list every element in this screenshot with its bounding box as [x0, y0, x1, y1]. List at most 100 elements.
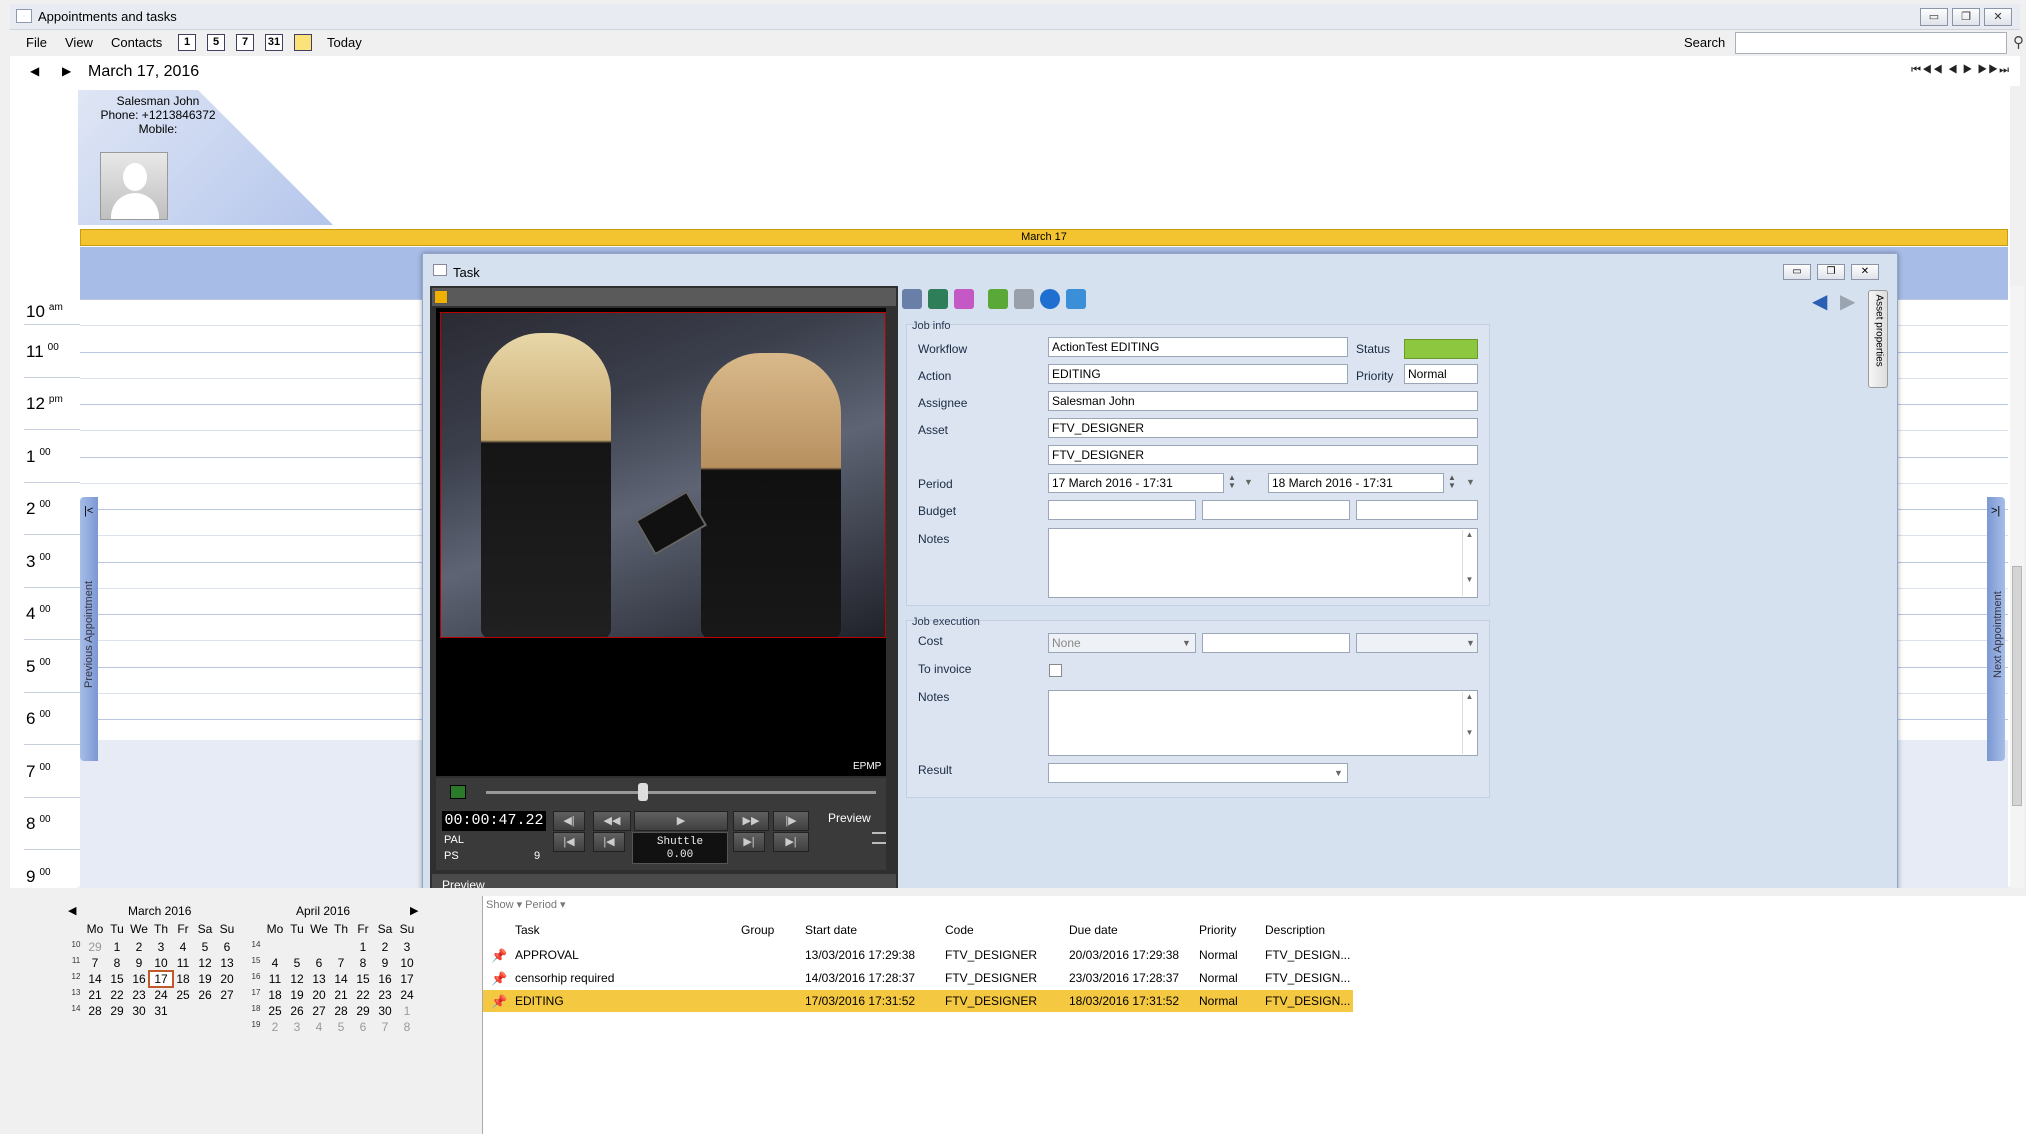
- day-cell[interactable]: 8: [106, 956, 128, 970]
- day-cell[interactable]: 16: [374, 972, 396, 986]
- day-cell[interactable]: 30: [128, 1004, 150, 1018]
- col-due-date[interactable]: Due date: [1069, 923, 1118, 937]
- previous-appointment-bar[interactable]: |< Previous Appointment: [80, 497, 98, 761]
- info-icon[interactable]: [1040, 289, 1060, 309]
- day-cell[interactable]: 18: [172, 972, 194, 986]
- task-close-button[interactable]: ✕: [1851, 264, 1879, 280]
- cost-select[interactable]: None: [1048, 633, 1196, 653]
- day-cell[interactable]: 29: [352, 1004, 374, 1018]
- day-cell[interactable]: 15: [106, 972, 128, 986]
- day-cell[interactable]: 11: [172, 956, 194, 970]
- execution-notes-textarea[interactable]: ▲ ▼: [1048, 690, 1478, 756]
- result-select[interactable]: [1048, 763, 1348, 783]
- day-cell[interactable]: 26: [286, 1004, 308, 1018]
- day-cell[interactable]: 5: [330, 1020, 352, 1034]
- fast-forward-button[interactable]: ▶▶: [733, 811, 769, 831]
- close-button[interactable]: ✕: [1984, 8, 2012, 26]
- menu-view[interactable]: View: [65, 35, 93, 50]
- day-cell[interactable]: 10: [150, 956, 172, 970]
- col-description[interactable]: Description: [1265, 923, 1325, 937]
- col-priority[interactable]: Priority: [1199, 923, 1236, 937]
- prev-day-arrow[interactable]: ◀: [30, 64, 39, 78]
- day-cell[interactable]: 14: [330, 972, 352, 986]
- day-cell[interactable]: 11: [264, 972, 286, 986]
- back-arrow-icon[interactable]: ◀: [1812, 289, 1827, 314]
- day-cell[interactable]: 3: [150, 940, 172, 954]
- day-cell[interactable]: 13: [308, 972, 330, 986]
- rewind-button[interactable]: ◀◀: [593, 811, 631, 831]
- shuttle-control[interactable]: Shuttle 0.00: [632, 832, 728, 864]
- day-cell[interactable]: 19: [286, 988, 308, 1002]
- period-end-spinner[interactable]: ▲ ▼: [1448, 474, 1456, 490]
- table-row[interactable]: 📌 censorhip required 14/03/2016 17:28:37 FT…: [483, 967, 1353, 989]
- search-input[interactable]: [1735, 32, 2007, 54]
- prev-frame-button[interactable]: |◀: [593, 832, 625, 852]
- day-cell[interactable]: 23: [374, 988, 396, 1002]
- day-cell[interactable]: 4: [172, 940, 194, 954]
- task-minimize-button[interactable]: ▭: [1783, 264, 1811, 280]
- notes-textarea[interactable]: ▲ ▼: [1048, 528, 1478, 598]
- period-start-spinner[interactable]: ▲ ▼: [1228, 474, 1236, 490]
- day-cell[interactable]: 14: [84, 972, 106, 986]
- menu-file[interactable]: File: [26, 35, 47, 50]
- day-cell[interactable]: 13: [216, 956, 238, 970]
- film-strip-icon[interactable]: [928, 289, 948, 309]
- day-cell[interactable]: 7: [84, 956, 106, 970]
- day-cell[interactable]: 26: [194, 988, 216, 1002]
- period-start-field[interactable]: 17 March 2016 - 17:31: [1048, 473, 1224, 493]
- go-start-button[interactable]: |◀: [553, 832, 585, 852]
- day-cell[interactable]: 31: [150, 1004, 172, 1018]
- day-cell[interactable]: 4: [308, 1020, 330, 1034]
- col-group[interactable]: Group: [741, 923, 774, 937]
- day-cell[interactable]: 1: [106, 940, 128, 954]
- currency-dropdown-arrow[interactable]: ▼: [1466, 638, 1475, 648]
- day-cell[interactable]: 25: [264, 1004, 286, 1018]
- day-cell[interactable]: 21: [84, 988, 106, 1002]
- day-cell[interactable]: 8: [352, 956, 374, 970]
- minical-next-arrow[interactable]: ▶: [410, 904, 418, 917]
- day-cell[interactable]: 1: [352, 940, 374, 954]
- step-back-button[interactable]: ◀|: [553, 811, 585, 831]
- day-cell[interactable]: 28: [84, 1004, 106, 1018]
- lock-icon[interactable]: [434, 290, 448, 304]
- day-cell[interactable]: 21: [330, 988, 352, 1002]
- next-frame-button[interactable]: ▶|: [733, 832, 765, 852]
- col-code[interactable]: Code: [945, 923, 974, 937]
- period-end-dropdown[interactable]: ▼: [1466, 477, 1475, 487]
- day-cell[interactable]: 5: [194, 940, 216, 954]
- hierarchy-icon[interactable]: [1066, 289, 1086, 309]
- status-indicator[interactable]: [1404, 339, 1478, 359]
- day-cell[interactable]: 20: [216, 972, 238, 986]
- day-cell[interactable]: 23: [128, 988, 150, 1002]
- range-nav-buttons[interactable]: ⏮◀◀ ◀ ▶ ▶▶⏭: [1911, 64, 2010, 77]
- next-appointment-bar[interactable]: >| Next Appointment: [1987, 497, 2005, 761]
- workflow-field[interactable]: ActionTest EDITING: [1048, 337, 1348, 357]
- day-cell[interactable]: 7: [330, 956, 352, 970]
- play-button[interactable]: ▶: [634, 811, 728, 831]
- assignee-field[interactable]: Salesman John: [1048, 391, 1478, 411]
- minical-prev-arrow[interactable]: ◀: [68, 904, 76, 917]
- asset-field[interactable]: FTV_DESIGNER: [1048, 418, 1478, 438]
- go-end-button[interactable]: ▶|: [773, 832, 809, 852]
- day-cell[interactable]: [264, 940, 286, 954]
- day-cell[interactable]: 30: [374, 1004, 396, 1018]
- seek-knob[interactable]: [638, 783, 648, 801]
- day-cell[interactable]: 3: [396, 940, 418, 954]
- day-cell[interactable]: 9: [128, 956, 150, 970]
- seek-slider[interactable]: [436, 778, 886, 806]
- day-cell[interactable]: [216, 1004, 238, 1018]
- menu-contacts[interactable]: Contacts: [111, 35, 162, 50]
- day-cell[interactable]: 27: [216, 988, 238, 1002]
- day-cell[interactable]: [308, 940, 330, 954]
- flag-icon[interactable]: [988, 289, 1008, 309]
- day-cell[interactable]: 24: [396, 988, 418, 1002]
- table-row[interactable]: 📌 EDITING 17/03/2016 17:31:52 FTV_DESIGNER 1…: [483, 990, 1353, 1012]
- asset-properties-tab[interactable]: Asset properties: [1868, 290, 1888, 388]
- day-cell[interactable]: 20: [308, 988, 330, 1002]
- restore-button[interactable]: ❐: [1952, 8, 1980, 26]
- table-row[interactable]: 📌 APPROVAL 13/03/2016 17:29:38 FTV_DESIGNER…: [483, 944, 1353, 966]
- save-icon[interactable]: [1014, 289, 1034, 309]
- day-cell[interactable]: 2: [374, 940, 396, 954]
- day-cell[interactable]: 2: [264, 1020, 286, 1034]
- day-cell[interactable]: [194, 1004, 216, 1018]
